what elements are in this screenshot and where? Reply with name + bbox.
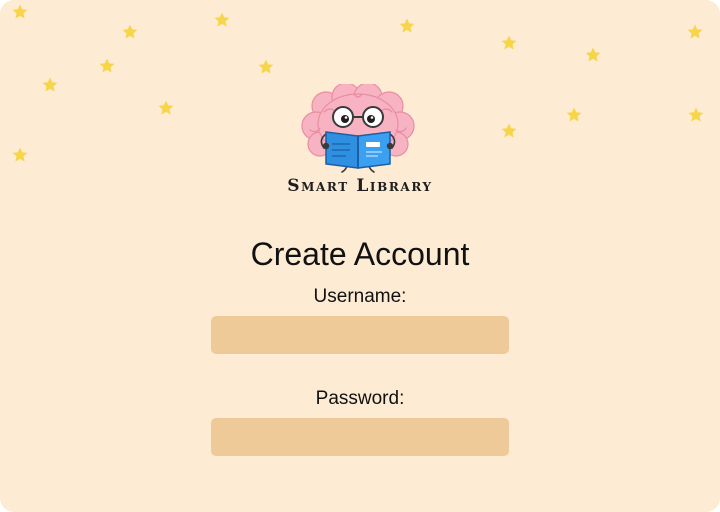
password-input[interactable] xyxy=(211,418,509,456)
star-icon xyxy=(214,12,230,27)
brain-reading-book-icon xyxy=(301,84,415,173)
star-icon xyxy=(688,107,704,122)
star-icon xyxy=(585,47,601,62)
page-title: Create Account xyxy=(250,236,470,272)
password-label: Password: xyxy=(315,388,405,409)
star-icon xyxy=(158,100,174,115)
create-account-screen: Smart Library Create Account Username: P… xyxy=(0,0,720,512)
username-label: Username: xyxy=(313,286,407,307)
star-icon xyxy=(122,24,138,39)
star-icon xyxy=(99,58,115,73)
star-icon xyxy=(501,123,517,138)
star-icon xyxy=(501,35,517,50)
username-input[interactable] xyxy=(211,316,509,354)
brand-name: Smart Library xyxy=(287,176,433,196)
star-icon xyxy=(12,4,28,19)
star-icon xyxy=(687,24,703,39)
star-icon xyxy=(42,77,58,92)
star-icon xyxy=(566,107,582,122)
star-icon xyxy=(258,59,274,74)
star-icon xyxy=(399,18,415,33)
star-icon xyxy=(12,147,28,162)
